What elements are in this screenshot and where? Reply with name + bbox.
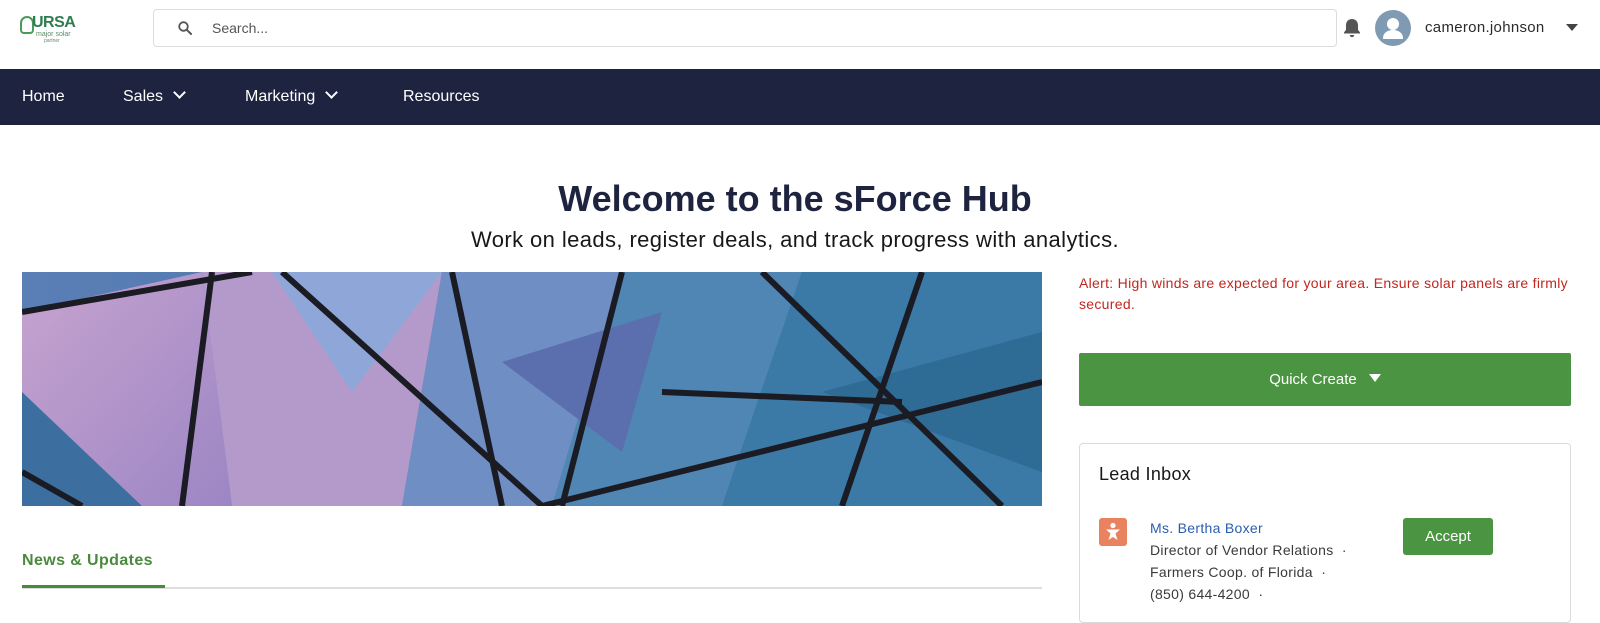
lead-name-link[interactable]: Ms. Bertha Boxer <box>1150 520 1263 536</box>
lead-phone-text: (850) 644-4200 <box>1150 586 1250 602</box>
logo-tagline: major solar <box>36 31 71 38</box>
lead-phone: (850) 644-4200 · <box>1150 586 1264 602</box>
search-input[interactable] <box>212 10 1312 46</box>
tab-divider <box>22 587 1042 589</box>
nav-item-sales[interactable]: Sales <box>123 69 186 125</box>
main-nav: Home Sales Marketing Resources <box>0 69 1600 125</box>
lead-company: Farmers Coop. of Florida · <box>1150 564 1327 580</box>
nav-item-marketing[interactable]: Marketing <box>245 69 339 125</box>
person-star-icon <box>1106 522 1120 540</box>
quick-create-button[interactable]: Quick Create <box>1079 353 1571 406</box>
hero-banner-image <box>22 272 1042 506</box>
logo-subtag: partner <box>44 38 60 44</box>
active-tab-indicator <box>22 585 165 588</box>
lead-title: Director of Vendor Relations · <box>1150 542 1347 558</box>
lead-title-text: Director of Vendor Relations <box>1150 542 1334 558</box>
accept-lead-button[interactable]: Accept <box>1403 518 1493 555</box>
ursa-logo[interactable]: URSA major solar partner <box>20 14 80 48</box>
caret-down-icon[interactable] <box>1566 24 1578 31</box>
geometric-glass-roof-image <box>22 272 1042 506</box>
tab-news-updates[interactable]: News & Updates <box>22 552 153 570</box>
lead-inbox-title: Lead Inbox <box>1099 464 1192 484</box>
user-avatar[interactable] <box>1375 10 1411 46</box>
quick-create-label: Quick Create <box>1269 371 1357 388</box>
lead-icon <box>1099 518 1127 546</box>
nav-item-label: Home <box>22 88 65 105</box>
nav-item-resources[interactable]: Resources <box>403 69 479 125</box>
username[interactable]: cameron.johnson <box>1425 19 1545 36</box>
nav-item-label: Marketing <box>245 88 316 105</box>
wind-alert-message: Alert: High winds are expected for your … <box>1079 275 1568 312</box>
header: URSA major solar partner cameron.johnson <box>0 0 1600 68</box>
nav-item-label: Resources <box>403 88 480 105</box>
nav-item-home[interactable]: Home <box>22 69 65 125</box>
page-subtitle: Work on leads, register deals, and track… <box>471 227 1119 252</box>
lead-company-text: Farmers Coop. of Florida <box>1150 564 1313 580</box>
lead-inbox-card: Lead Inbox Ms. Bertha Boxer Director of … <box>1079 443 1571 623</box>
bell-icon[interactable] <box>1340 16 1364 40</box>
user-icon <box>1383 18 1403 39</box>
chevron-down-icon <box>173 86 186 99</box>
logo-brand: URSA <box>32 14 76 31</box>
search-icon <box>178 21 192 35</box>
nav-item-label: Sales <box>123 88 164 105</box>
caret-down-icon <box>1368 374 1381 382</box>
chevron-down-icon <box>325 86 339 99</box>
global-search[interactable] <box>153 9 1337 47</box>
page-title: Welcome to the sForce Hub <box>558 178 1032 219</box>
